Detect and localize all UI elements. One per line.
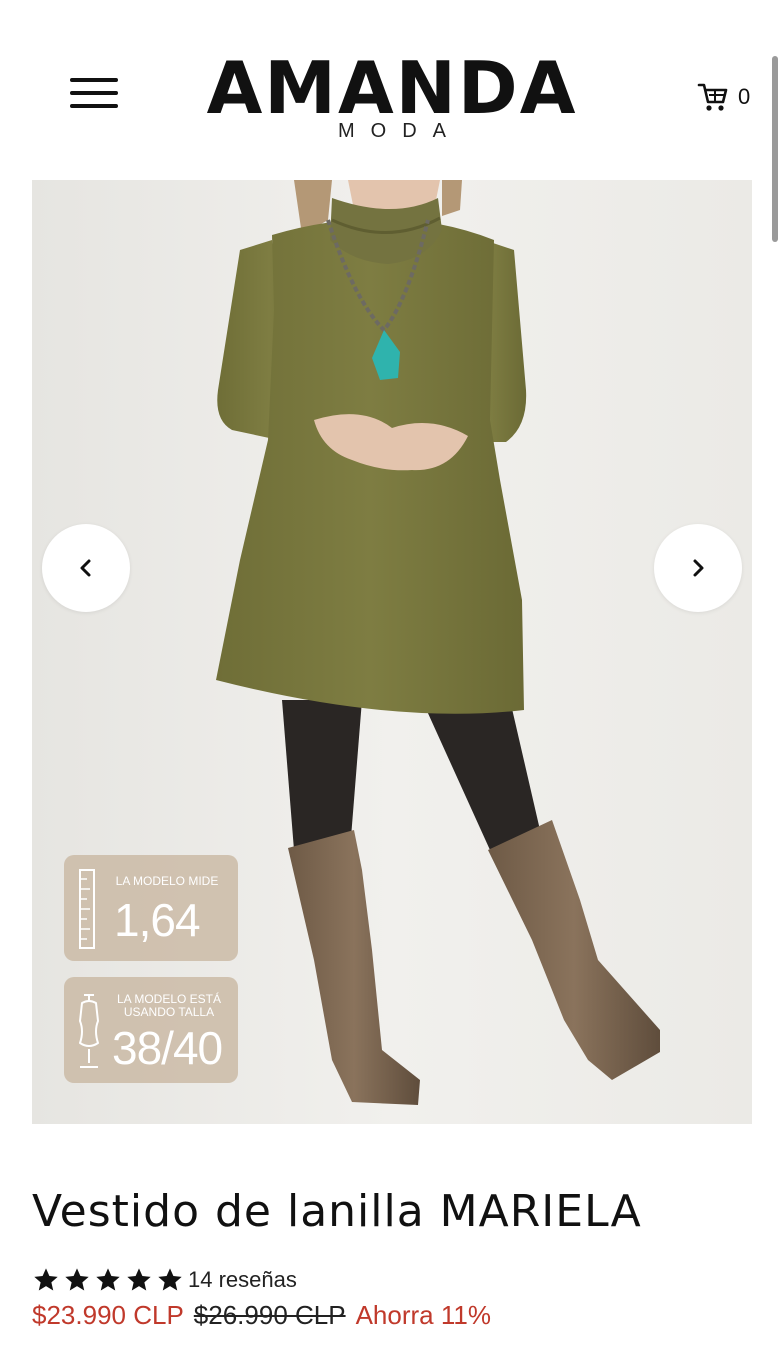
rating-stars[interactable] (32, 1266, 184, 1294)
cart-icon (697, 83, 728, 111)
cart-button[interactable]: 0 (696, 78, 750, 116)
page-scrollbar[interactable] (772, 56, 778, 242)
menu-button[interactable] (70, 78, 122, 114)
star-icon (127, 1268, 151, 1291)
mannequin-icon (79, 994, 99, 1068)
price-row: $23.990 CLP $26.990 CLP Ahorra 11% (32, 1300, 491, 1331)
star-icon (34, 1268, 58, 1291)
sale-price: $23.990 CLP (32, 1300, 184, 1330)
product-rating: 14 reseñas (32, 1266, 297, 1294)
star-icon (158, 1268, 182, 1291)
original-price: $26.990 CLP (193, 1300, 346, 1330)
chevron-right-icon (693, 559, 704, 577)
model-height-label: LA MODELO MIDE (115, 874, 219, 888)
product-gallery[interactable]: LA MODELO MIDE 1,64 LA MODELO ESTÁ USAND… (32, 180, 752, 1124)
star-icon (65, 1268, 89, 1291)
cart-count: 0 (738, 84, 751, 109)
product-title: Vestido de lanilla MARIELA (32, 1186, 642, 1237)
logo-main-text: AMANDA (206, 46, 578, 130)
chevron-left-icon (80, 559, 91, 577)
star-icon (96, 1268, 120, 1291)
model-height-badge: LA MODELO MIDE 1,64 (64, 855, 238, 961)
model-height-value: 1,64 (114, 894, 201, 946)
gallery-next-button[interactable] (654, 524, 742, 612)
savings-label: Ahorra 11% (355, 1300, 491, 1330)
reviews-link[interactable]: 14 reseñas (188, 1267, 297, 1293)
model-size-value: 38/40 (112, 1022, 223, 1074)
site-header: AMANDA MODA 0 (0, 0, 784, 180)
model-size-label: LA MODELO ESTÁ USANDO TALLA (116, 992, 222, 1019)
brand-logo[interactable]: AMANDA MODA (200, 50, 584, 143)
gallery-prev-button[interactable] (42, 524, 130, 612)
model-size-badge: LA MODELO ESTÁ USANDO TALLA 38/40 (64, 977, 238, 1083)
ruler-icon (79, 869, 95, 949)
hamburger-icon (70, 78, 122, 108)
